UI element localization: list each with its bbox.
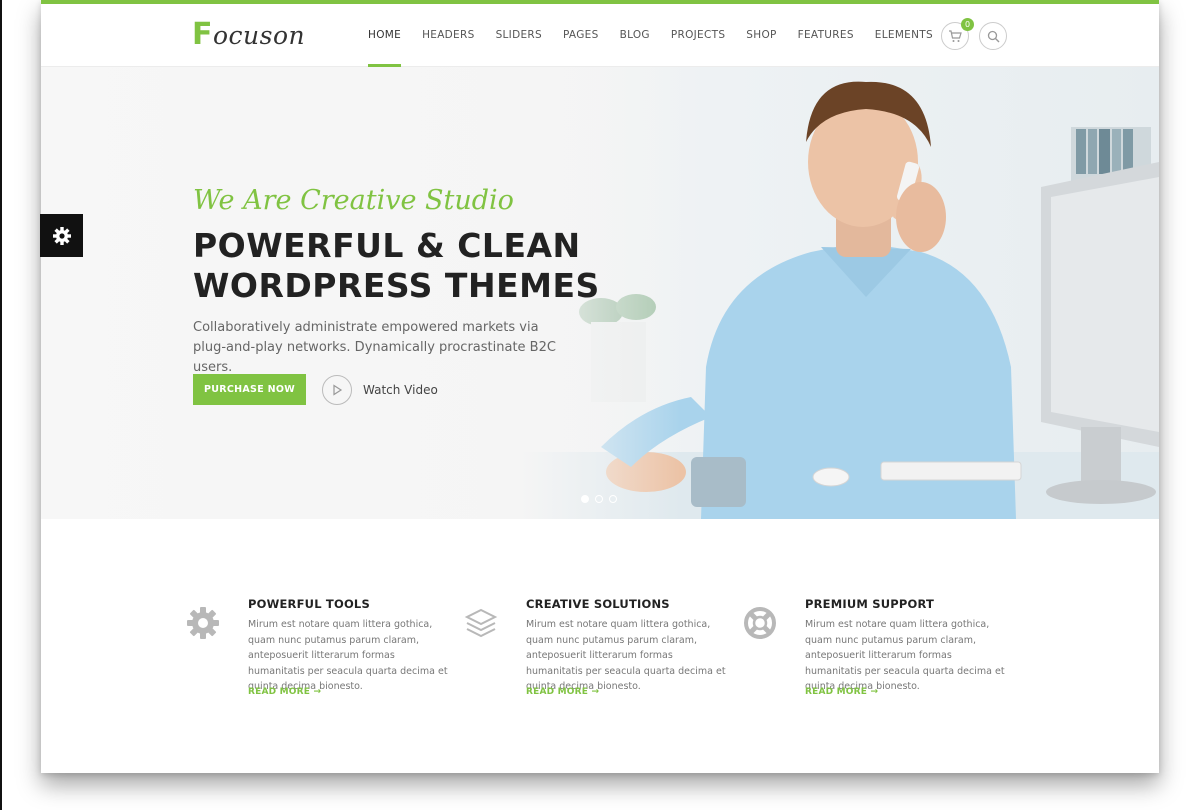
gear-icon [52,226,71,245]
feature-text: Mirum est notare quam littera gothica, q… [805,619,1005,692]
slider-dot-2[interactable] [595,495,603,503]
hero-slider: We Are Creative Studio POWERFUL & CLEAN … [41,67,1159,519]
hero-headline-line-1: POWERFUL & CLEAN [193,226,581,265]
logo-initial: F [192,17,213,52]
purchase-now-button[interactable]: PURCHASE NOW [193,374,306,405]
hero-cta-row: PURCHASE NOW Watch Video [193,374,438,405]
feature-text: Mirum est notare quam littera gothica, q… [526,619,726,692]
main-nav: HOME HEADERS SLIDERS PAGES BLOG PROJECTS… [368,4,954,67]
feature-title: CREATIVE SOLUTIONS [526,597,670,611]
lifebuoy-icon [744,607,776,639]
gear-icon [187,607,219,639]
feature-text: Mirum est notare quam littera gothica, q… [248,619,448,692]
slider-dots [581,495,623,503]
search-icon [987,30,999,42]
nav-item-sliders[interactable]: SLIDERS [496,4,542,67]
site-header: Focuson HOME HEADERS SLIDERS PAGES BLOG … [41,4,1159,67]
nav-item-features[interactable]: FEATURES [798,4,854,67]
slider-dot-1[interactable] [581,495,589,503]
play-video-button[interactable] [322,374,352,405]
window-edge [0,0,2,810]
hero-text-block: We Are Creative Studio POWERFUL & CLEAN … [193,185,613,378]
read-more-link[interactable]: READ MORE → [248,687,321,697]
feature-title: POWERFUL TOOLS [248,597,370,611]
search-button[interactable] [979,22,1007,50]
read-more-link[interactable]: READ MORE → [526,687,599,697]
settings-panel-toggle[interactable] [40,214,83,257]
hero-photo [521,67,1159,519]
nav-item-blog[interactable]: BLOG [620,4,650,67]
hero-description: Collaboratively administrate empowered m… [193,320,556,375]
nav-item-projects[interactable]: PROJECTS [671,4,725,67]
nav-item-pages[interactable]: PAGES [563,4,599,67]
page: Focuson HOME HEADERS SLIDERS PAGES BLOG … [41,0,1159,773]
cart-icon [949,29,962,42]
nav-item-headers[interactable]: HEADERS [422,4,475,67]
cart-count-badge: 0 [961,18,974,31]
hero-tagline: We Are Creative Studio [193,185,514,216]
read-more-link[interactable]: READ MORE → [805,687,878,697]
play-icon [333,383,343,396]
logo-rest: ocuson [213,21,306,50]
nav-item-shop[interactable]: SHOP [746,4,776,67]
feature-title: PREMIUM SUPPORT [805,597,935,611]
slider-dot-3[interactable] [609,495,617,503]
logo[interactable]: Focuson [192,17,305,52]
watch-video-link[interactable]: Watch Video [363,383,438,397]
nav-item-elements[interactable]: ELEMENTS [875,4,933,67]
hero-headline: POWERFUL & CLEAN WORDPRESS THEMES [193,226,613,306]
cart-button[interactable]: 0 [941,18,974,50]
layers-icon [464,608,498,638]
hero-headline-line-2: WORDPRESS THEMES [193,266,600,305]
nav-item-home[interactable]: HOME [368,4,402,67]
